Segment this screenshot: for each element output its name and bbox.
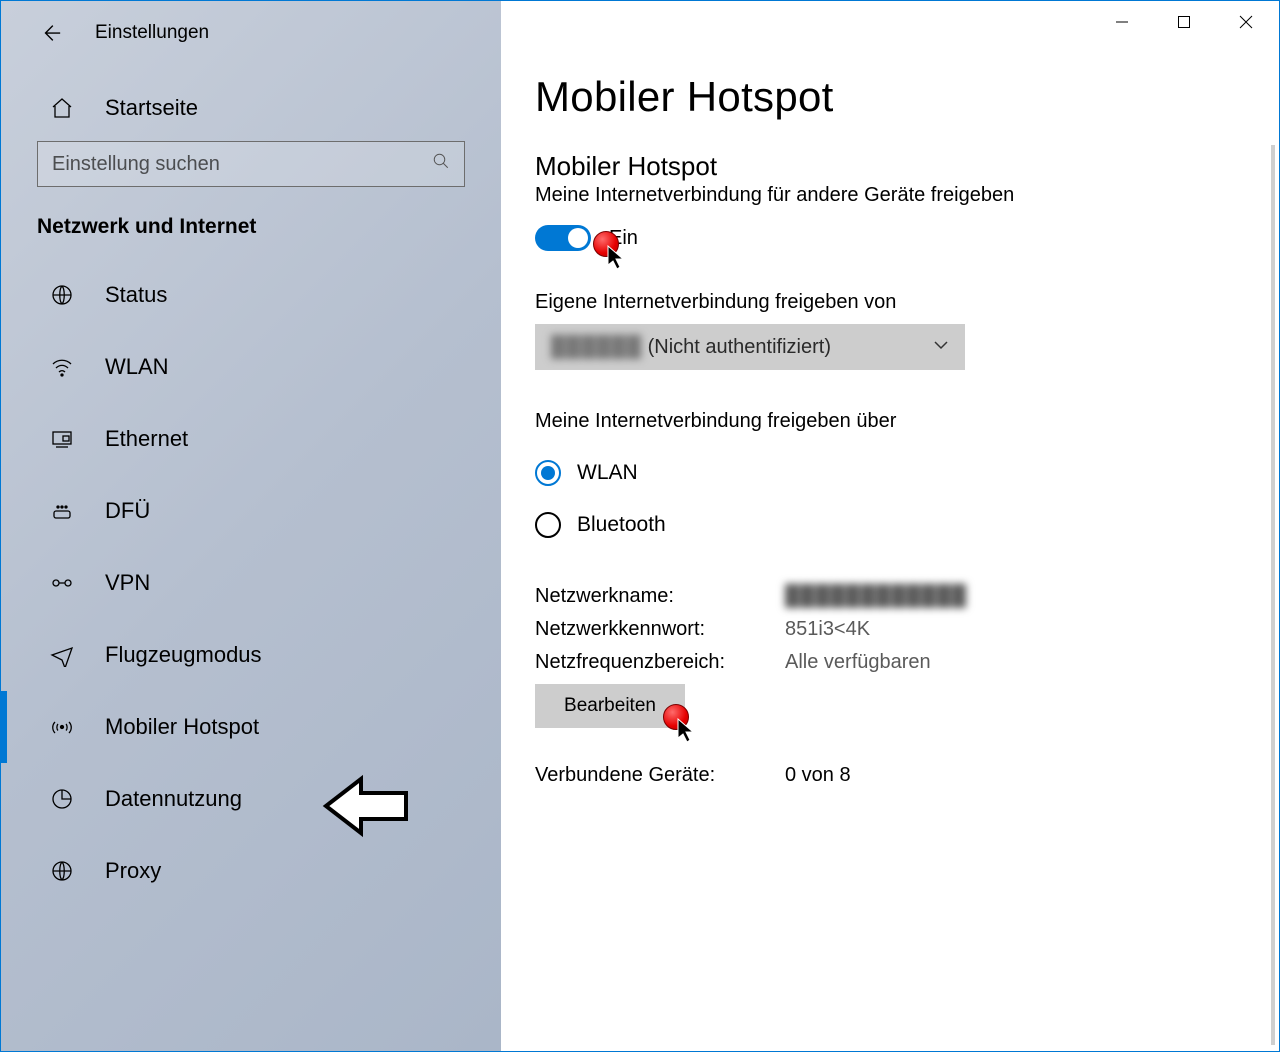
radio-icon: [535, 460, 561, 486]
app-title: Einstellungen: [95, 22, 209, 44]
radio-label: Bluetooth: [577, 513, 666, 537]
share-over-label: Meine Internetverbindung freigeben über: [535, 410, 1279, 433]
edit-button-label: Bearbeiten: [564, 695, 656, 717]
back-button[interactable]: [37, 19, 65, 47]
share-from-value-suffix: (Nicht authentifiziert): [648, 336, 831, 358]
network-name-label: Netzwerkname:: [535, 585, 785, 608]
hotspot-toggle[interactable]: [535, 225, 591, 251]
network-name-value: ████████████: [785, 585, 967, 608]
sidebar-item-label: Flugzeugmodus: [105, 642, 262, 668]
settings-window: Einstellungen Startseite Einstellung suc…: [0, 0, 1280, 1052]
hotspot-section-title: Mobiler Hotspot: [535, 151, 1279, 182]
network-band-value: Alle verfügbaren: [785, 651, 931, 674]
sidebar-item-label: WLAN: [105, 354, 169, 380]
chevron-down-icon: [933, 336, 949, 359]
dialup-icon: [49, 498, 75, 524]
sidebar: Einstellungen Startseite Einstellung suc…: [1, 1, 501, 1051]
edit-button[interactable]: Bearbeiten: [535, 684, 685, 728]
cursor-icon: [677, 718, 697, 744]
cursor-icon: [607, 245, 627, 271]
network-band-label: Netzfrequenzbereich:: [535, 651, 785, 674]
radio-wlan[interactable]: WLAN: [535, 447, 1279, 499]
share-from-value-redacted: ██████: [551, 336, 642, 358]
pie-icon: [49, 786, 75, 812]
sidebar-item-label: Ethernet: [105, 426, 188, 452]
sidebar-item-label: Status: [105, 282, 167, 308]
globe-icon: [49, 282, 75, 308]
sidebar-item-hotspot[interactable]: Mobiler Hotspot: [1, 691, 501, 763]
arrow-left-icon: [40, 22, 62, 44]
share-from-dropdown[interactable]: ██████ (Nicht authentifiziert): [535, 324, 965, 370]
home-label: Startseite: [105, 95, 198, 121]
scrollbar[interactable]: [1271, 145, 1275, 1045]
sidebar-item-status[interactable]: Status: [1, 259, 501, 331]
content-pane: Mobiler Hotspot Mobiler Hotspot Meine In…: [501, 1, 1279, 1051]
vpn-icon: [49, 570, 75, 596]
sidebar-item-label: Datennutzung: [105, 786, 242, 812]
close-button[interactable]: [1215, 3, 1277, 41]
hotspot-icon: [49, 714, 75, 740]
radio-label: WLAN: [577, 461, 638, 485]
sidebar-item-proxy[interactable]: Proxy: [1, 835, 501, 907]
window-controls: [1091, 3, 1277, 41]
search-placeholder: Einstellung suchen: [52, 153, 432, 176]
maximize-button[interactable]: [1153, 3, 1215, 41]
sidebar-item-dialup[interactable]: DFÜ: [1, 475, 501, 547]
radio-icon: [535, 512, 561, 538]
search-input[interactable]: Einstellung suchen: [37, 141, 465, 187]
airplane-icon: [49, 642, 75, 668]
sidebar-item-datausage[interactable]: Datennutzung: [1, 763, 501, 835]
minimize-button[interactable]: [1091, 3, 1153, 41]
home-icon: [49, 95, 75, 121]
hotspot-section-subtitle: Meine Internetverbindung für andere Gerä…: [535, 184, 1279, 207]
share-from-label: Eigene Internetverbindung freigeben von: [535, 291, 1279, 314]
sidebar-nav: Status WLAN Ethernet DFÜ VPN Flugzeugmod…: [1, 259, 501, 907]
network-password-label: Netzwerkkennwort:: [535, 618, 785, 641]
sidebar-item-label: DFÜ: [105, 498, 150, 524]
sidebar-item-label: Mobiler Hotspot: [105, 714, 259, 740]
radio-bluetooth[interactable]: Bluetooth: [535, 499, 1279, 551]
network-password-value: 851i3<4K: [785, 618, 870, 641]
ethernet-icon: [49, 426, 75, 452]
search-icon: [432, 152, 450, 176]
wifi-icon: [49, 354, 75, 380]
sidebar-category: Netzwerk und Internet: [1, 187, 501, 249]
sidebar-item-airplane[interactable]: Flugzeugmodus: [1, 619, 501, 691]
sidebar-item-label: Proxy: [105, 858, 161, 884]
sidebar-item-wlan[interactable]: WLAN: [1, 331, 501, 403]
sidebar-home[interactable]: Startseite: [1, 57, 501, 141]
globe-icon: [49, 858, 75, 884]
connected-devices-value: 0 von 8: [785, 764, 851, 787]
sidebar-item-ethernet[interactable]: Ethernet: [1, 403, 501, 475]
sidebar-item-vpn[interactable]: VPN: [1, 547, 501, 619]
connected-devices-label: Verbundene Geräte:: [535, 764, 785, 787]
sidebar-item-label: VPN: [105, 570, 150, 596]
